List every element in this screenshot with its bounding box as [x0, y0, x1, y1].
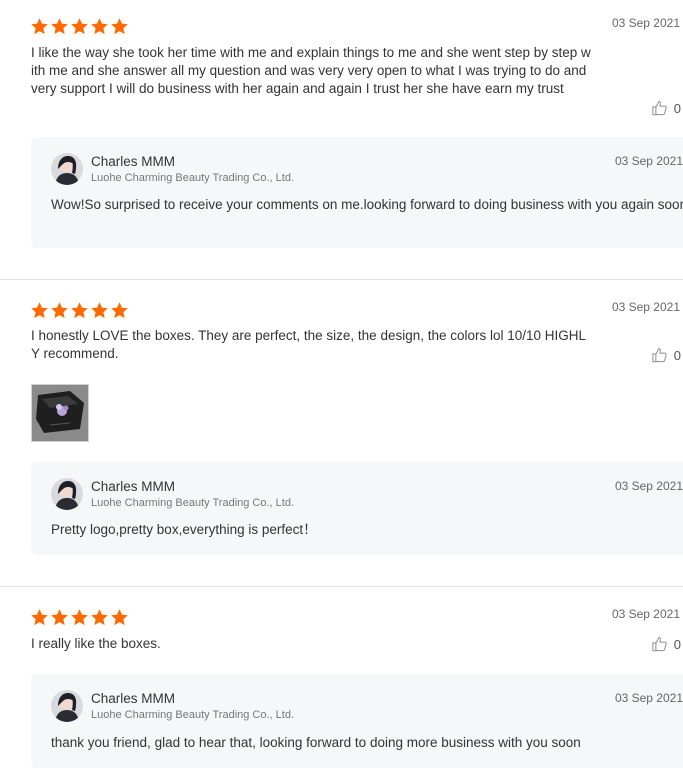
like-count: 0: [673, 347, 681, 363]
like-button[interactable]: 0: [651, 635, 681, 653]
star-icon: [70, 608, 89, 627]
review-text: I like the way she took her time with me…: [31, 45, 591, 96]
reply-company: Luohe Charming Beauty Trading Co., Ltd.: [91, 709, 295, 721]
star-rating: [30, 301, 129, 320]
star-icon: [90, 17, 109, 36]
star-icon: [50, 608, 69, 627]
review-photo: [32, 385, 88, 441]
thumbs-up-icon: [651, 635, 669, 653]
avatar: [51, 478, 83, 510]
seller-reply: Charles MMM Luohe Charming Beauty Tradin…: [31, 137, 683, 248]
star-icon: [50, 17, 69, 36]
star-icon: [70, 17, 89, 36]
avatar: [51, 690, 83, 722]
star-icon: [110, 17, 129, 36]
reply-text: Pretty logo,pretty box,everything is per…: [51, 522, 317, 537]
star-icon: [50, 301, 69, 320]
reply-author-name: Charles MMM: [91, 479, 176, 494]
star-icon: [30, 301, 49, 320]
review-date: 03 Sep 2021: [611, 607, 680, 621]
review-date: 03 Sep 2021: [611, 300, 680, 314]
seller-reply: Charles MMM Luohe Charming Beauty Tradin…: [31, 674, 683, 768]
review-item: 03 Sep 2021 I really like the boxes. 0 C…: [0, 587, 683, 783]
star-icon: [90, 301, 109, 320]
review-item: 03 Sep 2021 I like the way she took her …: [0, 0, 683, 279]
star-icon: [110, 608, 129, 627]
review-item: 03 Sep 2021 I honestly LOVE the boxes. T…: [0, 280, 683, 586]
review-photo-thumbnail[interactable]: [31, 384, 89, 442]
thumbs-up-icon: [651, 99, 669, 117]
star-rating: [30, 608, 129, 627]
thumbs-up-icon: [651, 346, 669, 364]
like-count: 0: [673, 100, 681, 116]
star-icon: [30, 17, 49, 36]
reply-author-name: Charles MMM: [91, 154, 176, 169]
star-icon: [90, 608, 109, 627]
reply-company: Luohe Charming Beauty Trading Co., Ltd.: [91, 172, 295, 184]
reply-date: 03 Sep 2021: [614, 691, 683, 705]
avatar: [51, 153, 83, 185]
review-date: 03 Sep 2021: [611, 16, 680, 30]
reply-author-name: Charles MMM: [91, 691, 176, 706]
star-icon: [30, 608, 49, 627]
star-icon: [110, 301, 129, 320]
reply-date: 03 Sep 2021: [614, 154, 683, 168]
like-button[interactable]: 0: [651, 99, 681, 117]
reply-date: 03 Sep 2021: [614, 479, 683, 493]
reply-text: Wow!So surprised to receive your comment…: [51, 197, 683, 212]
like-button[interactable]: 0: [651, 346, 681, 364]
reply-company: Luohe Charming Beauty Trading Co., Ltd.: [91, 497, 295, 509]
star-rating: [30, 17, 129, 36]
review-text: I really like the boxes.: [31, 636, 161, 651]
like-count: 0: [673, 636, 681, 652]
reply-text: thank you friend, glad to hear that, loo…: [51, 735, 581, 750]
review-text: I honestly LOVE the boxes. They are perf…: [31, 328, 587, 361]
seller-reply: Charles MMM Luohe Charming Beauty Tradin…: [31, 462, 683, 555]
star-icon: [70, 301, 89, 320]
